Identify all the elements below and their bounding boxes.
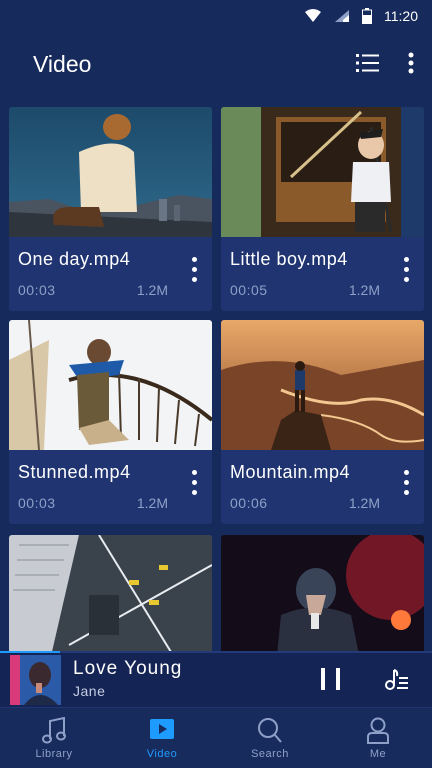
nav-item-search[interactable]: Search (216, 708, 324, 768)
playlist-queue-icon[interactable] (383, 668, 409, 692)
status-bar: 11:20 (0, 0, 432, 32)
playback-progress-fill (0, 651, 61, 653)
video-card[interactable]: One day.mp4 00:03 1.2M (9, 107, 212, 311)
video-name: Mountain.mp4 (230, 462, 351, 482)
video-card[interactable]: Mountain.mp4 00:06 1.2M (221, 320, 424, 524)
more-options-icon[interactable] (188, 257, 200, 287)
video-name: Little boy.mp4 (230, 249, 348, 269)
app-bar: Video (0, 32, 432, 96)
video-thumbnail (221, 535, 424, 651)
video-duration: 00:05 (230, 282, 268, 298)
video-duration: 00:03 (18, 495, 56, 511)
battery-icon (362, 8, 372, 24)
nav-item-video[interactable]: Video (108, 708, 216, 768)
list-view-icon[interactable] (356, 52, 380, 74)
video-size: 1.2M (348, 282, 380, 298)
more-options-icon[interactable] (400, 257, 412, 287)
nav-label-library: Library (35, 748, 73, 760)
video-name: Stunned.mp4 (18, 462, 131, 482)
video-play-icon (150, 719, 174, 739)
mini-player[interactable]: Love Young Jane (0, 651, 432, 707)
status-time: 11:20 (384, 8, 418, 24)
search-icon (258, 718, 282, 743)
more-options-icon[interactable] (188, 470, 200, 500)
nav-label-video: Video (146, 748, 178, 760)
wifi-icon (305, 9, 321, 22)
video-duration: 00:06 (230, 495, 268, 511)
video-thumbnail (9, 320, 212, 450)
now-playing-title: Love Young (73, 658, 183, 679)
video-duration: 00:03 (18, 282, 56, 298)
video-thumbnail (221, 320, 424, 450)
page-title: Video (33, 50, 92, 77)
video-card[interactable]: Little boy.mp4 00:05 1.2M (221, 107, 424, 311)
bottom-navigation: Library Video Search Me (0, 707, 432, 768)
video-size: 1.2M (348, 495, 380, 511)
nav-label-me: Me (369, 748, 387, 760)
video-thumbnail (9, 107, 212, 237)
album-cover[interactable] (10, 655, 61, 705)
video-card[interactable]: Stunned.mp4 00:03 1.2M (9, 320, 212, 524)
video-name: One day.mp4 (18, 249, 131, 269)
video-grid: One day.mp4 00:03 1.2M Little boy.mp4 00… (9, 107, 424, 651)
music-note-icon (42, 717, 66, 744)
more-vertical-icon[interactable] (408, 52, 414, 74)
now-playing-artist: Jane (73, 683, 106, 699)
nav-item-library[interactable]: Library (0, 708, 108, 768)
video-card[interactable] (9, 535, 212, 651)
video-size: 1.2M (136, 282, 168, 298)
video-card[interactable] (221, 535, 424, 651)
nav-label-search: Search (251, 748, 289, 760)
signal-icon (335, 10, 349, 22)
video-thumbnail (221, 107, 424, 237)
playback-progress[interactable] (0, 651, 432, 653)
video-thumbnail (9, 535, 212, 651)
nav-item-me[interactable]: Me (324, 708, 432, 768)
video-size: 1.2M (136, 495, 168, 511)
person-icon (367, 717, 389, 744)
pause-button[interactable] (318, 668, 344, 692)
more-options-icon[interactable] (400, 470, 412, 500)
